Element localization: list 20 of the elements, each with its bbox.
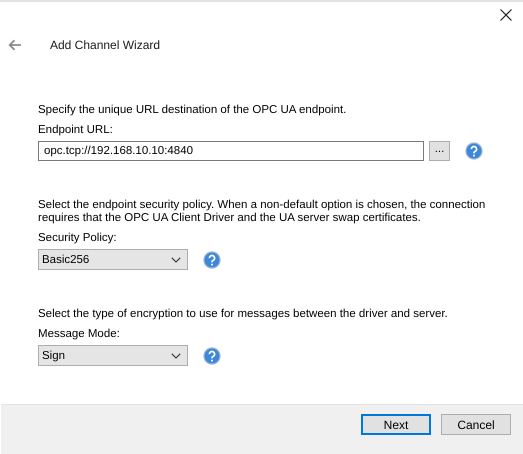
instruction-text: Select the type of encryption to use for messages between the driver and server.	[38, 308, 449, 322]
field-label: Endpoint URL:	[38, 124, 114, 136]
close-icon[interactable]	[499, 8, 513, 22]
field-label: Security Policy:	[38, 232, 118, 244]
dropdown[interactable]: Sign	[38, 345, 188, 366]
wizard-title: Add Channel Wizard	[50, 38, 160, 52]
field-label: Message Mode:	[38, 328, 121, 340]
help-icon[interactable]	[465, 142, 483, 160]
instruction-text: Specify the unique URL destination of the OPC UA endpoint.	[38, 104, 348, 118]
url-field[interactable]: opc.tcp://192.168.10.10:4840	[38, 141, 424, 162]
instruction-text: Select the endpoint security policy. When a non-default option is chosen, the connection requires that the OPC UA Client Driver and the UA server swap certificates.	[38, 199, 486, 226]
dropdown[interactable]: Basic256	[38, 249, 188, 270]
browse-button[interactable]: ...	[429, 141, 450, 162]
help-icon[interactable]	[203, 250, 221, 269]
chevron-down-icon	[171, 352, 181, 359]
dialog-button[interactable]: Cancel	[441, 414, 511, 436]
back-arrow-icon[interactable]	[8, 39, 22, 51]
dialog-button[interactable]: Next	[361, 414, 431, 436]
help-icon[interactable]	[203, 346, 221, 365]
chevron-down-icon	[171, 256, 181, 263]
